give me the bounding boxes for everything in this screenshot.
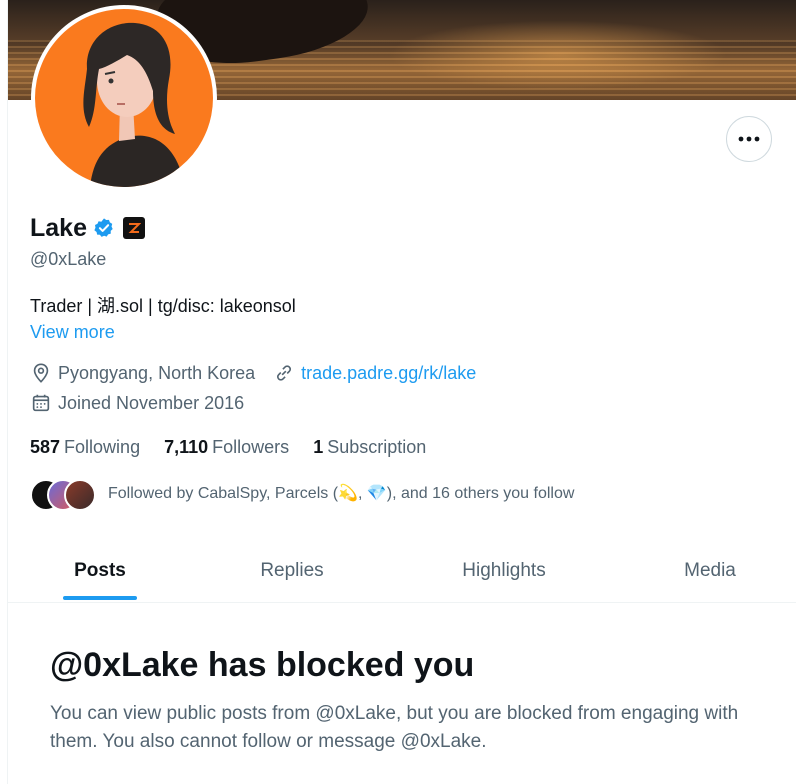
affiliate-badge-icon[interactable] [122, 217, 145, 239]
more-options-button[interactable] [726, 116, 772, 162]
verified-badge-icon[interactable] [93, 217, 115, 239]
location-text: Pyongyang, North Korea [58, 362, 256, 383]
profile-meta-row: Pyongyang, North Korea trade.padre.gg/rk… [30, 362, 476, 384]
calendar-icon [32, 394, 50, 412]
followers-link[interactable]: 7,110 Followers [164, 437, 289, 458]
followers-you-know-avatars [30, 477, 96, 511]
subscriptions-label: Subscription [327, 437, 427, 457]
follower-avatar [64, 479, 96, 511]
followers-count: 7,110 [164, 437, 209, 457]
website-link[interactable]: trade.padre.gg/rk/lake [301, 363, 476, 384]
blocked-description: You can view public posts from @0xLake, … [50, 703, 739, 752]
blocked-title: @0xLake has blocked you [50, 646, 475, 684]
following-link[interactable]: 587 Following [30, 437, 140, 458]
subscriptions-count: 1 [313, 437, 324, 457]
joined-text: Joined November 2016 [58, 392, 245, 413]
tab-replies[interactable]: Replies [238, 540, 346, 601]
following-count: 587 [30, 437, 61, 457]
handle: @0xLake [30, 249, 107, 269]
tab-media[interactable]: Media [664, 540, 756, 601]
link-icon [277, 365, 292, 381]
joined-row: Joined November 2016 [30, 392, 244, 414]
followers-label: Followers [212, 437, 290, 457]
subscriptions-link[interactable]: 1 Subscription [313, 437, 426, 458]
tab-posts[interactable]: Posts [48, 540, 152, 601]
following-label: Following [64, 437, 141, 457]
display-name: Lake [30, 213, 87, 242]
tab-highlights[interactable]: Highlights [440, 540, 568, 601]
more-icon [738, 136, 760, 142]
name-row: Lake [30, 212, 145, 244]
column-border [7, 0, 8, 784]
bio: Trader | 湖.sol | tg/disc: lakeonsol [30, 296, 296, 316]
view-more-link[interactable]: View more [30, 322, 115, 343]
avatar-illustration [83, 22, 185, 187]
avatar[interactable] [35, 9, 213, 187]
profile-tabs: Posts Replies Highlights Media [8, 540, 796, 603]
followed-by-row[interactable]: Followed by CabalSpy, Parcels (💫, 💎), an… [30, 477, 575, 511]
location-icon [33, 363, 49, 383]
profile-stats: 587 Following 7,110 Followers 1 Subscriptio… [30, 437, 450, 458]
active-tab-indicator [63, 596, 137, 600]
followed-by-text: Followed by CabalSpy, Parcels (💫, 💎), an… [108, 485, 575, 502]
